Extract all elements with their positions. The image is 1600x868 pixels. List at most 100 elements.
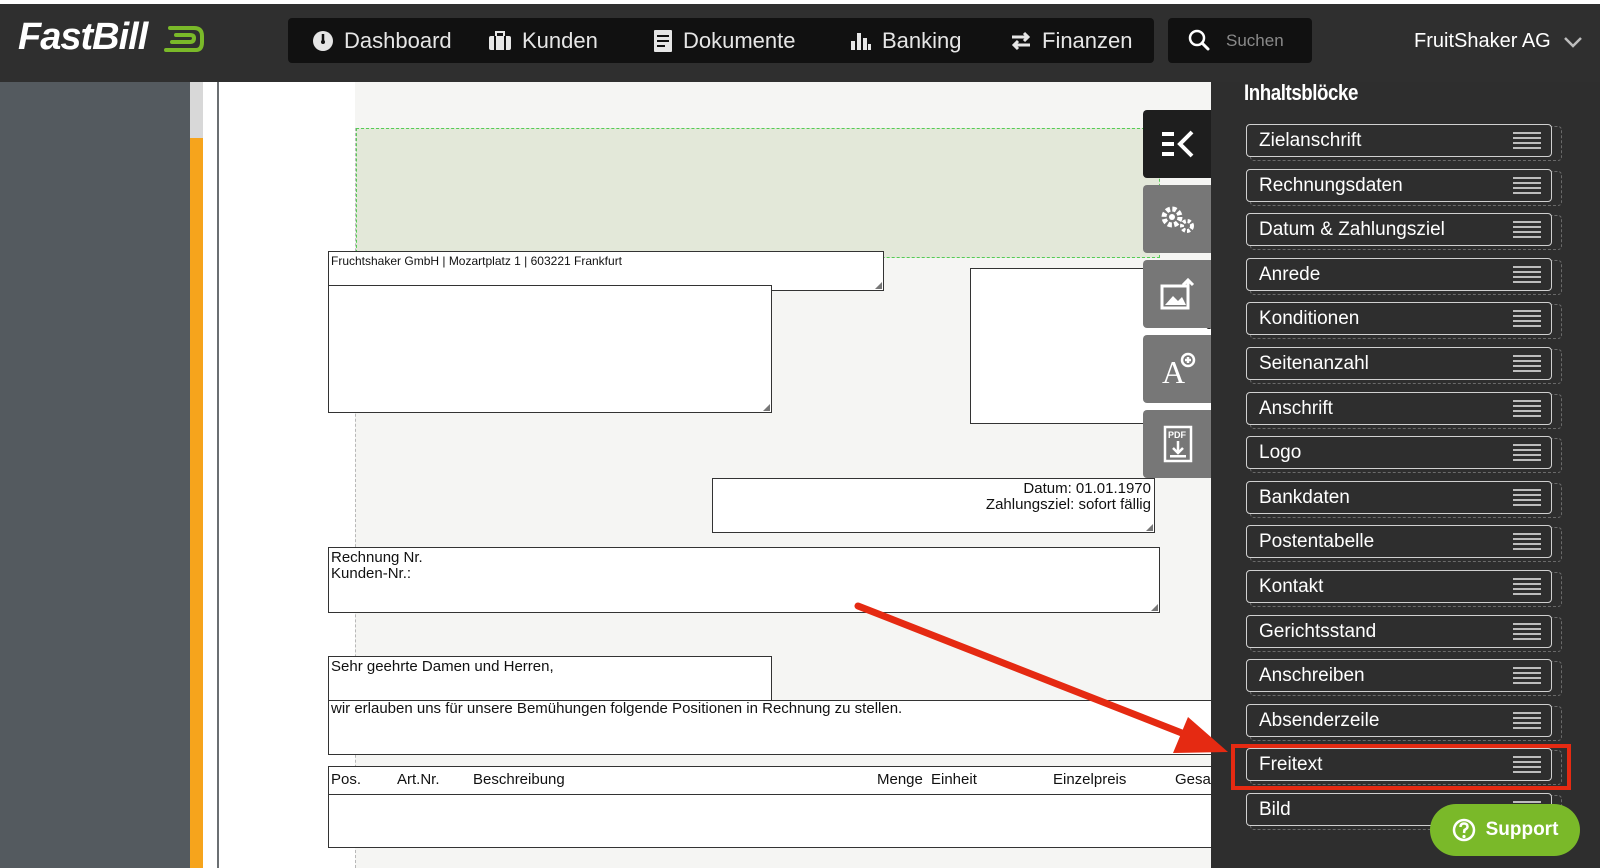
- content-block-item[interactable]: Rechnungsdaten: [1246, 169, 1552, 202]
- help-icon: [1452, 818, 1475, 842]
- page-scroll-thumb[interactable]: [190, 82, 203, 138]
- invoice-number-line: Rechnung Nr.: [331, 549, 423, 566]
- due-date-line: Zahlungsziel: sofort fällig: [985, 496, 1151, 513]
- content-block-label: Bankdaten: [1259, 487, 1350, 508]
- content-block-label: Bild: [1259, 799, 1291, 820]
- search-box: [1168, 18, 1312, 63]
- content-block-label: Konditionen: [1259, 308, 1360, 329]
- fastbill-logo-mark-icon: [164, 26, 204, 52]
- drag-handle-icon[interactable]: [1513, 488, 1541, 508]
- content-block-item[interactable]: Absenderzeile: [1246, 704, 1552, 737]
- fastbill-logo[interactable]: FastBill: [18, 16, 148, 59]
- nav-dashboard[interactable]: Dashboard: [312, 18, 452, 63]
- resize-handle[interactable]: [1146, 524, 1153, 531]
- salutation-block[interactable]: Sehr geehrte Damen und Herren,: [328, 656, 772, 702]
- cover-letter-text: wir erlauben uns für unsere Bemühungen f…: [331, 700, 903, 717]
- image-upload-icon: [1160, 278, 1195, 310]
- support-button[interactable]: Support: [1430, 804, 1580, 856]
- content-block-item[interactable]: Konditionen: [1246, 302, 1552, 335]
- drag-handle-icon[interactable]: [1513, 354, 1541, 374]
- add-font-button[interactable]: A: [1143, 335, 1213, 403]
- nav-kunden[interactable]: Kunden: [488, 18, 598, 63]
- content-block-label: Kontakt: [1259, 576, 1324, 597]
- account-name: FruitShaker AG: [1414, 30, 1551, 52]
- resize-handle[interactable]: [875, 282, 882, 289]
- content-block-label: Anschreiben: [1259, 665, 1365, 686]
- nav-banking-label: Banking: [882, 27, 962, 53]
- content-block-item[interactable]: Anrede: [1246, 258, 1552, 291]
- content-block-item[interactable]: Datum & Zahlungsziel: [1246, 213, 1552, 246]
- table-header-cell: Pos.: [331, 771, 362, 788]
- salutation-text: Sehr geehrte Damen und Herren,: [331, 658, 554, 675]
- image-upload-button[interactable]: [1143, 260, 1213, 328]
- content-block-label: Rechnungsdaten: [1259, 175, 1403, 196]
- table-header-cell: Einheit: [931, 771, 977, 788]
- bar-chart-icon: [851, 32, 871, 50]
- content-block-label: Absenderzeile: [1259, 710, 1380, 731]
- nav-banking[interactable]: Banking: [850, 18, 962, 63]
- table-header-cell: Einzelpreis: [1053, 771, 1127, 788]
- drag-handle-icon[interactable]: [1513, 176, 1541, 196]
- resize-handle[interactable]: [763, 404, 770, 411]
- content-block-label: Logo: [1259, 442, 1302, 463]
- support-label: Support: [1485, 819, 1559, 840]
- content-block-label: Zielanschrift: [1259, 130, 1362, 151]
- invoice-data-block[interactable]: Rechnung Nr. Kunden-Nr.:: [328, 547, 1160, 613]
- content-block-label: Anschrift: [1259, 398, 1333, 419]
- briefcase-icon: [489, 30, 511, 50]
- editor-tool-rail: A PDF: [1143, 110, 1213, 480]
- nav-finanzen[interactable]: Finanzen: [1010, 18, 1133, 63]
- content-block-label: Seitenanzahl: [1259, 353, 1369, 374]
- content-block-item[interactable]: Kontakt: [1246, 570, 1552, 603]
- content-block-item[interactable]: Bankdaten: [1246, 481, 1552, 514]
- recipient-address-block[interactable]: [328, 285, 772, 413]
- content-block-item[interactable]: Anschrift: [1246, 392, 1552, 425]
- collapse-panel-button[interactable]: [1143, 110, 1213, 178]
- nav-kunden-label: Kunden: [522, 27, 598, 53]
- customer-number-line: Kunden-Nr.:: [331, 565, 412, 582]
- pdf-download-button[interactable]: PDF: [1143, 410, 1213, 478]
- drag-handle-icon[interactable]: [1513, 399, 1541, 419]
- dashboard-icon: [313, 30, 333, 51]
- drag-handle-icon[interactable]: [1513, 666, 1541, 686]
- content-block-item[interactable]: Postentabelle: [1246, 525, 1552, 558]
- drag-handle-icon[interactable]: [1513, 265, 1541, 285]
- nav-dashboard-label: Dashboard: [344, 27, 452, 53]
- search-input[interactable]: [1224, 26, 1310, 56]
- content-block-item[interactable]: Zielanschrift: [1246, 124, 1552, 157]
- table-header-cell: Menge: [877, 771, 923, 788]
- search-icon[interactable]: [1188, 29, 1210, 51]
- nav-dokumente[interactable]: Dokumente: [653, 18, 796, 63]
- drag-handle-icon[interactable]: [1513, 309, 1541, 329]
- items-table-block[interactable]: Pos. Art.Nr. Beschreibung Menge Einheit …: [328, 766, 1218, 848]
- drag-handle-icon[interactable]: [1513, 220, 1541, 240]
- content-block-label: Anrede: [1259, 264, 1321, 285]
- drag-handle-icon[interactable]: [1513, 711, 1541, 731]
- date-line: Datum: 01.01.1970: [1023, 480, 1151, 497]
- page-scroll-track[interactable]: [190, 82, 203, 868]
- account-menu[interactable]: FruitShaker AG: [1414, 30, 1583, 53]
- content-block-label: Postentabelle: [1259, 531, 1375, 552]
- resize-handle[interactable]: [1151, 604, 1158, 611]
- table-header-cell: Beschreibung: [473, 771, 565, 788]
- document-icon: [654, 29, 672, 52]
- content-block-item[interactable]: Logo: [1246, 436, 1552, 469]
- drag-handle-icon[interactable]: [1513, 131, 1541, 151]
- add-font-icon: A: [1162, 352, 1196, 386]
- cover-letter-block[interactable]: wir erlauben uns für unsere Bemühungen f…: [328, 700, 1218, 755]
- logo-drop-zone[interactable]: [356, 128, 1160, 258]
- date-block[interactable]: Datum: 01.01.1970 Zahlungsziel: sofort f…: [712, 478, 1155, 533]
- table-header-cell: Art.Nr.: [397, 771, 440, 788]
- svg-text:PDF: PDF: [1168, 430, 1187, 440]
- drag-handle-icon[interactable]: [1513, 577, 1541, 597]
- drag-handle-icon[interactable]: [1513, 443, 1541, 463]
- highlight-box: [1231, 744, 1571, 790]
- content-block-item[interactable]: Gerichtsstand: [1246, 615, 1552, 648]
- chevron-down-icon: [1563, 36, 1582, 48]
- drag-handle-icon[interactable]: [1513, 622, 1541, 642]
- settings-gears-icon: [1161, 206, 1194, 233]
- content-block-item[interactable]: Anschreiben: [1246, 659, 1552, 692]
- settings-button[interactable]: [1143, 185, 1213, 253]
- drag-handle-icon[interactable]: [1513, 532, 1541, 552]
- content-block-item[interactable]: Seitenanzahl: [1246, 347, 1552, 380]
